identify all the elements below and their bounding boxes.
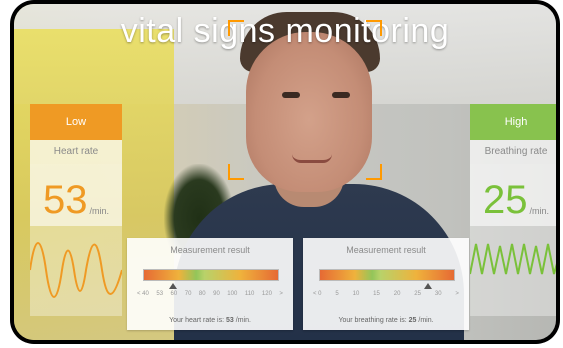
heart-rate-tick: 60 [170,291,178,297]
breathing-rate-range-bar [319,269,455,281]
heart-rate-status: Low [30,104,122,140]
heart-rate-summary: Your heart rate is: 53 /min. [127,317,293,324]
heart-rate-summary-unit: /min. [235,317,251,324]
heart-rate-tick: < 40 [137,291,149,297]
heart-rate-tick: 100 [227,291,238,297]
heart-rate-result-title: Measurement result [170,245,250,255]
person-face [246,32,372,192]
breathing-rate-value-box: 25 /min. [470,164,556,226]
breathing-rate-status: High [470,104,556,140]
breathing-rate-tick: 5 [335,291,339,297]
heart-rate-range-bar [143,269,279,281]
breathing-rate-tick: 15 [373,291,380,297]
heart-rate-summary-value: 53 [226,317,234,324]
heart-rate-tick: 80 [198,291,206,297]
breathing-rate-tick: < 0 [313,291,322,297]
mouth [292,154,332,163]
face-tracking-corner-bottom-left [228,164,244,180]
breathing-rate-summary-unit: /min. [418,317,434,324]
heart-rate-label: Heart rate [30,140,122,164]
heart-rate-tick: 90 [213,291,220,297]
heart-rate-tick: > [279,291,283,297]
breathing-rate-tick: 10 [352,291,360,297]
breathing-rate-panel: High Breathing rate 25 /min. [470,104,556,340]
breathing-rate-marker-icon [424,283,432,289]
breathing-rate-summary: Your breathing rate is: 25 /min. [303,317,469,324]
breathing-rate-unit: /min. [529,206,549,216]
right-eye [332,92,350,98]
video-frame: vital signs monitoring Low Heart rate 53… [14,4,556,340]
breathing-rate-label: Breathing rate [470,140,556,164]
heart-rate-value-box: 53 /min. [30,164,122,226]
heart-rate-panel: Low Heart rate 53 /min. [30,104,122,340]
breathing-rate-tick: 30 [434,291,442,297]
breathing-rate-wave [470,226,556,316]
breathing-rate-result-card: Measurement result < 0 5 10 15 20 25 30 … [303,238,469,330]
left-eye [282,92,300,98]
page-title: vital signs monitoring [120,12,450,50]
face-tracking-corner-top-left [228,20,244,36]
heart-rate-unit: /min. [89,206,109,216]
breathing-rate-tick: > [455,291,459,297]
heart-rate-wave [30,226,122,316]
breathing-rate-result-title: Measurement result [346,245,426,255]
heart-rate-ticks: < 40 53 60 70 80 90 100 110 120 > [137,291,283,303]
heart-rate-result-card: Measurement result < 40 53 60 70 80 90 1… [127,238,293,330]
breathing-rate-summary-value: 25 [408,317,417,324]
face-tracking-corner-top-right [366,20,382,36]
heart-rate-value: 53 [42,178,88,222]
breathing-rate-summary-prefix: Your breathing rate is: [338,317,407,324]
breathing-rate-tick: 25 [414,291,421,297]
heart-rate-marker-icon [169,283,177,289]
face-tracking-corner-bottom-right [366,164,382,180]
heart-rate-tick: 70 [184,291,192,297]
breathing-rate-tick: 20 [393,291,401,297]
heart-rate-tick: 53 [156,291,164,297]
breathing-rate-ticks: < 0 5 10 15 20 25 30 > [313,291,459,303]
breathing-rate-value: 25 [482,178,528,222]
heart-rate-tick: 110 [244,291,255,297]
heart-rate-tick: 120 [261,291,272,297]
heart-rate-summary-prefix: Your heart rate is: [169,317,225,324]
